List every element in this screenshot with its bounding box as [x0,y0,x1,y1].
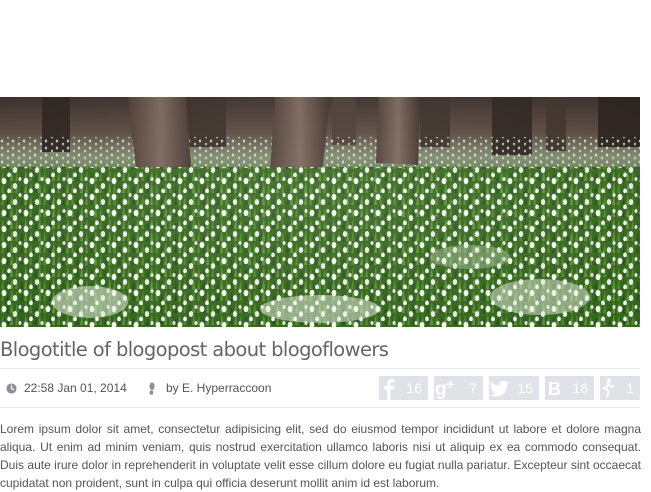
post-author-name[interactable]: by E. Hyperraccoon [166,381,271,395]
vk-icon: B [545,376,565,400]
google-plus-icon: g + [434,376,460,400]
post-title[interactable]: Blogotitle of blogopost about blogoflowe… [0,338,640,362]
svg-text:g: g [435,379,447,400]
blog-post: Blogotitle of blogopost about blogoflowe… [0,97,641,492]
google-plus-share-button[interactable]: g + 7 [434,376,483,400]
rating-button[interactable]: 1 [600,376,640,400]
vk-share-count: 16 [572,380,588,396]
vk-share-button[interactable]: B 16 [545,376,594,400]
person-walking-icon [600,376,616,400]
twitter-bird-icon [489,376,511,400]
svg-text:B: B [548,379,561,399]
google-plus-share-count: 7 [469,380,477,396]
post-meta-bar: 22:58 Jan 01, 2014 by E. Hyperraccoon 16 [0,368,640,408]
twitter-share-button[interactable]: 15 [489,376,539,400]
post-author: by E. Hyperraccoon [148,369,271,407]
rating-count: 1 [626,380,634,396]
post-body: Lorem ipsum dolor sit amet, consectetur … [0,422,641,490]
footprint-icon [148,381,156,395]
twitter-share-count: 15 [517,380,533,396]
share-buttons: 16 g + 7 15 B 16 1 [373,376,640,400]
svg-text:+: + [446,376,455,393]
hero-image-snowdrops-forest[interactable] [0,97,640,327]
facebook-icon [379,376,399,400]
facebook-share-count: 16 [406,380,422,396]
clock-icon [6,382,17,394]
post-datetime: 22:58 Jan 01, 2014 [24,381,127,395]
post-date: 22:58 Jan 01, 2014 [6,369,127,407]
facebook-share-button[interactable]: 16 [379,376,428,400]
